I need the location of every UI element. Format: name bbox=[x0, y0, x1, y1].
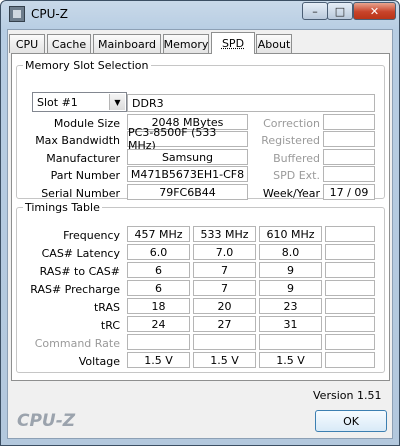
ok-button[interactable]: OK bbox=[315, 410, 387, 432]
close-button[interactable]: ✕ bbox=[353, 2, 396, 20]
slot-select[interactable]: Slot #1 ▼ bbox=[32, 92, 127, 112]
tab-label: CPU bbox=[15, 37, 39, 51]
timing-cell: 20 bbox=[193, 298, 256, 314]
timings-group: Timings Table Frequency 457 MHz 533 MHz … bbox=[16, 201, 385, 373]
timing-cell bbox=[325, 352, 375, 368]
tab-cache[interactable]: Cache bbox=[47, 34, 91, 53]
part-number-field: M471B5673EH1-CF8 bbox=[127, 166, 248, 182]
timing-cell: 1.5 V bbox=[259, 352, 322, 368]
tab-label: About bbox=[257, 37, 291, 51]
timing-cell: 533 MHz bbox=[193, 226, 256, 242]
timing-cell bbox=[325, 298, 375, 314]
module-size-label: Module Size bbox=[53, 117, 120, 130]
timing-cell bbox=[325, 262, 375, 278]
week-year-field: 17 / 09 bbox=[323, 184, 375, 200]
voltage-label: Voltage bbox=[78, 355, 120, 368]
slot-select-value: Slot #1 bbox=[37, 96, 78, 109]
timing-cell: 7 bbox=[193, 280, 256, 296]
max-bandwidth-label: Max Bandwidth bbox=[35, 134, 120, 147]
command-rate-label: Command Rate bbox=[34, 337, 120, 350]
buffered-field bbox=[323, 149, 375, 165]
correction-label: Correction bbox=[263, 117, 320, 130]
timing-cell: 6 bbox=[127, 280, 190, 296]
correction-field bbox=[323, 114, 375, 130]
timing-cell: 18 bbox=[127, 298, 190, 314]
timing-cell: 7 bbox=[193, 262, 256, 278]
week-year-label: Week/Year bbox=[262, 187, 320, 200]
timing-cell: 7.0 bbox=[193, 244, 256, 260]
timing-cell bbox=[325, 244, 375, 260]
timing-cell: 27 bbox=[193, 316, 256, 332]
title-bar[interactable]: CPU-Z – □ ✕ bbox=[1, 1, 399, 27]
timing-cell: 610 MHz bbox=[259, 226, 322, 242]
timing-cell: 9 bbox=[259, 262, 322, 278]
timing-cell bbox=[325, 334, 375, 350]
version-label: Version 1.51 bbox=[313, 389, 382, 402]
ras-precharge-label: RAS# Precharge bbox=[30, 283, 120, 296]
spd-panel: Memory Slot Selection Slot #1 ▼ DDR3 Mod… bbox=[11, 53, 390, 381]
registered-label: Registered bbox=[261, 134, 320, 147]
timings-legend: Timings Table bbox=[23, 201, 102, 214]
registered-field bbox=[323, 131, 375, 147]
timing-cell bbox=[259, 334, 322, 350]
tras-label: tRAS bbox=[93, 301, 120, 314]
timing-cell bbox=[325, 226, 375, 242]
timing-cell bbox=[193, 334, 256, 350]
tab-mainboard[interactable]: Mainboard bbox=[93, 34, 161, 53]
timing-cell: 1.5 V bbox=[193, 352, 256, 368]
manufacturer-label: Manufacturer bbox=[46, 152, 120, 165]
timing-cell: 8.0 bbox=[259, 244, 322, 260]
memory-slot-legend: Memory Slot Selection bbox=[23, 59, 151, 72]
timing-cell: 457 MHz bbox=[127, 226, 190, 242]
tab-label: SPD bbox=[221, 37, 245, 50]
buffered-label: Buffered bbox=[273, 152, 320, 165]
minimize-button[interactable]: – bbox=[302, 2, 328, 20]
part-number-label: Part Number bbox=[50, 169, 120, 182]
frequency-label: Frequency bbox=[63, 229, 120, 242]
timing-cell: 23 bbox=[259, 298, 322, 314]
tab-label: Mainboard bbox=[97, 37, 157, 51]
tab-cpu[interactable]: CPU bbox=[9, 34, 45, 53]
tab-about[interactable]: About bbox=[256, 34, 292, 53]
timing-cell bbox=[325, 316, 375, 332]
maximize-button[interactable]: □ bbox=[327, 2, 353, 20]
timing-cell: 24 bbox=[127, 316, 190, 332]
cpuz-brand-logo: CPU-Z bbox=[17, 411, 76, 431]
window-title: CPU-Z bbox=[31, 7, 68, 21]
memory-type-field: DDR3 bbox=[127, 94, 375, 112]
timing-cell: 9 bbox=[259, 280, 322, 296]
tab-memory[interactable]: Memory bbox=[163, 34, 209, 53]
cpuz-window: CPU-Z – □ ✕ CPU Cache Mainboard Memory S… bbox=[0, 0, 400, 446]
spd-ext-label: SPD Ext. bbox=[273, 169, 320, 182]
timing-cell: 31 bbox=[259, 316, 322, 332]
ras-to-cas-label: RAS# to CAS# bbox=[39, 265, 120, 278]
memory-slot-group: Memory Slot Selection Slot #1 ▼ DDR3 Mod… bbox=[16, 59, 385, 200]
tab-label: Cache bbox=[51, 37, 87, 51]
cpuz-app-icon bbox=[9, 6, 25, 22]
manufacturer-field: Samsung bbox=[127, 149, 248, 165]
spd-ext-field bbox=[323, 166, 375, 182]
max-bandwidth-field: PC3-8500F (533 MHz) bbox=[127, 126, 248, 152]
timing-cell bbox=[127, 334, 190, 350]
tab-spd[interactable]: SPD bbox=[211, 32, 255, 54]
timing-cell: 1.5 V bbox=[127, 352, 190, 368]
chevron-down-icon[interactable]: ▼ bbox=[109, 94, 125, 110]
tab-label: Memory bbox=[163, 37, 209, 51]
trc-label: tRC bbox=[100, 319, 120, 332]
serial-number-field: 79FC6B44 bbox=[127, 184, 248, 200]
cas-latency-label: CAS# Latency bbox=[41, 247, 120, 260]
serial-number-label: Serial Number bbox=[41, 187, 120, 200]
timing-cell bbox=[325, 280, 375, 296]
timing-cell: 6 bbox=[127, 262, 190, 278]
timing-cell: 6.0 bbox=[127, 244, 190, 260]
